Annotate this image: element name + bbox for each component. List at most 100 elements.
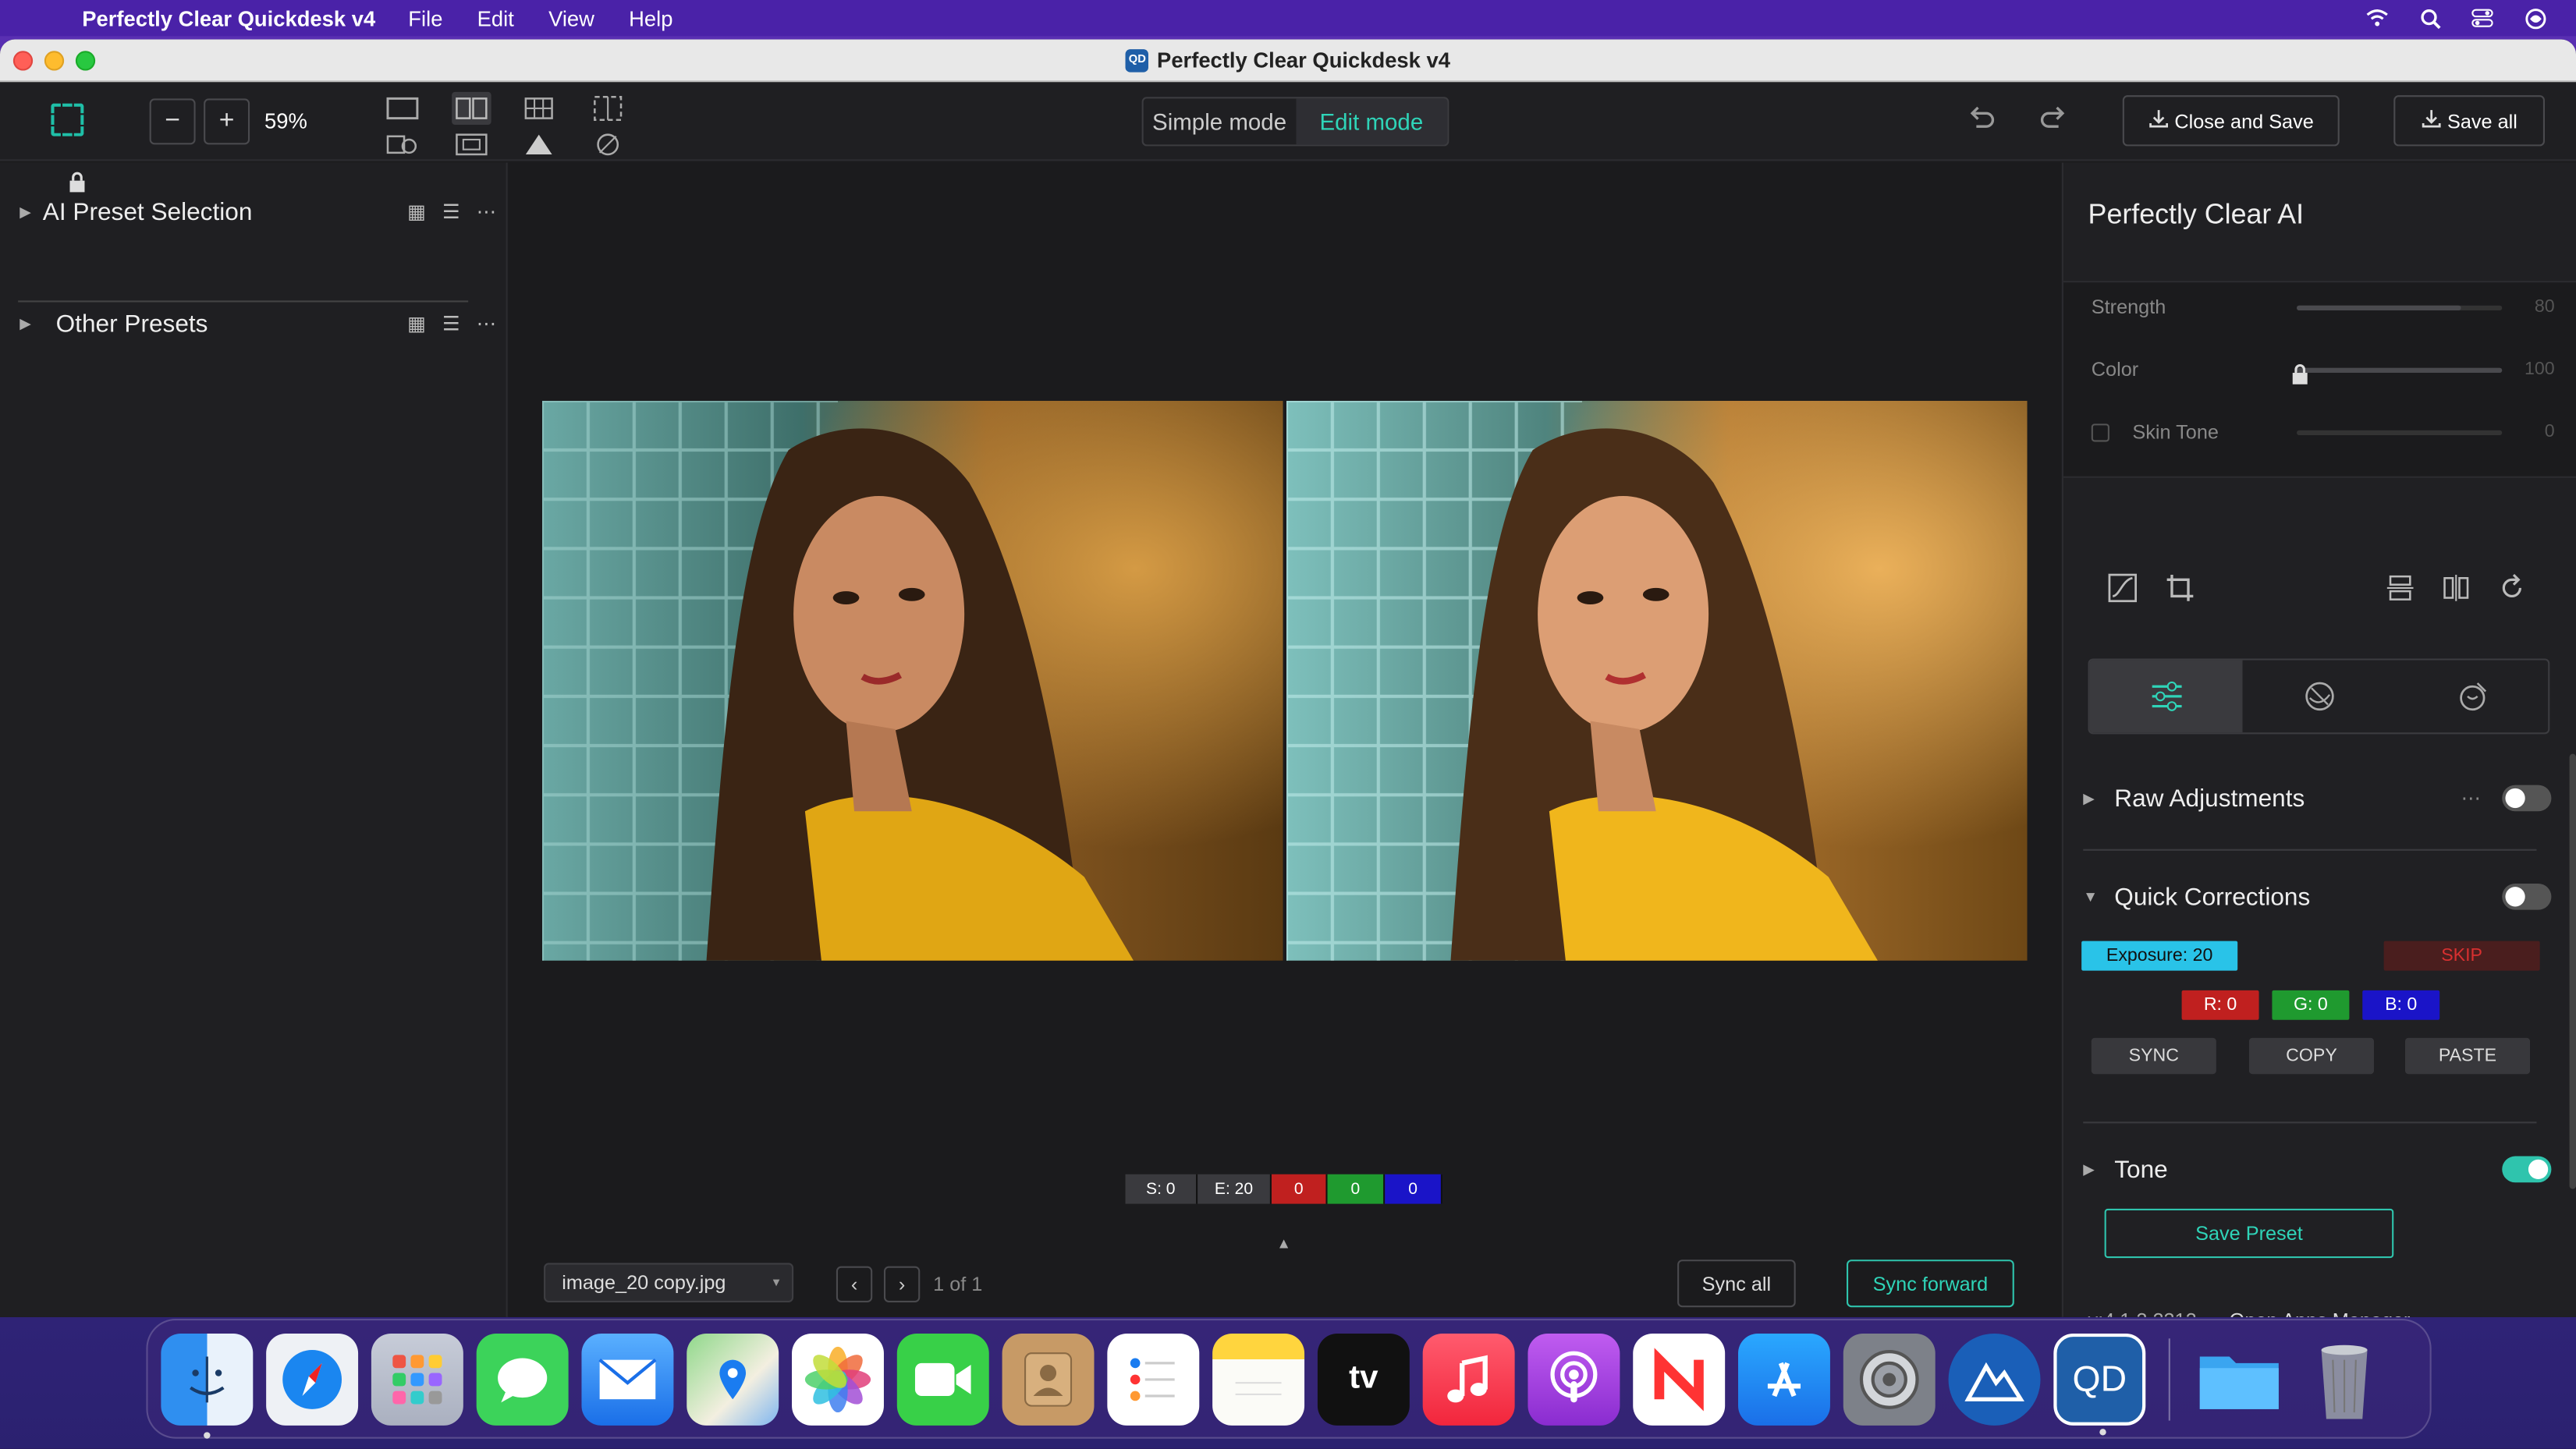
lock-icon[interactable]: [2290, 363, 2310, 391]
blue-chip[interactable]: B: 0: [2362, 990, 2440, 1020]
folder-icon[interactable]: [2193, 1333, 2285, 1425]
file-select[interactable]: image_20 copy.jpg ▼: [544, 1263, 794, 1302]
curves-icon[interactable]: [2108, 573, 2138, 611]
skip-chip[interactable]: SKIP: [2383, 941, 2540, 971]
sync-forward-button[interactable]: Sync forward: [1846, 1259, 2014, 1308]
expand-arrow-icon[interactable]: ▶: [20, 314, 42, 332]
notes-icon[interactable]: [1212, 1332, 1305, 1425]
more-options-icon[interactable]: ⋯: [477, 200, 496, 223]
skin-tone-slider[interactable]: Skin Tone 0: [2091, 416, 2555, 448]
crop-frame-icon[interactable]: [588, 92, 628, 125]
raw-adjustments-section[interactable]: ▶ Raw Adjustments ⋯: [2083, 780, 2560, 816]
reminders-icon[interactable]: [1107, 1332, 1200, 1425]
histogram-triangle-icon[interactable]: [519, 128, 559, 161]
crop-icon[interactable]: [2166, 573, 2195, 611]
collapse-arrow-icon[interactable]: ▼: [2083, 888, 2114, 905]
paste-button[interactable]: PASTE: [2404, 1037, 2531, 1075]
tone-toggle[interactable]: [2502, 1156, 2552, 1183]
slider-track[interactable]: [2297, 367, 2503, 372]
trash-icon[interactable]: [2298, 1333, 2390, 1425]
face-beautify-tab[interactable]: [2243, 661, 2396, 733]
exposure-chip[interactable]: Exposure: 20: [2081, 941, 2238, 971]
system-preferences-icon[interactable]: [1843, 1332, 1936, 1425]
raw-adjustments-toggle[interactable]: [2502, 785, 2552, 812]
original-image[interactable]: [541, 400, 1283, 961]
strength-slider[interactable]: Strength 80: [2092, 291, 2555, 324]
more-options-icon[interactable]: ⋯: [2461, 787, 2481, 810]
slider-track[interactable]: [2297, 304, 2503, 310]
save-all-button[interactable]: Save all: [2393, 95, 2545, 147]
more-options-icon[interactable]: ⋯: [477, 312, 496, 335]
zoom-out-button[interactable]: −: [149, 98, 196, 145]
quick-corrections-section[interactable]: ▼ Quick Corrections: [2083, 879, 2560, 915]
messages-icon[interactable]: [476, 1332, 569, 1425]
corrected-image[interactable]: [1286, 400, 2028, 961]
open-apps-manager-link[interactable]: Open Apps Manager: [2230, 1309, 2411, 1317]
sync-all-button[interactable]: Sync all: [1677, 1259, 1796, 1308]
safari-icon[interactable]: [266, 1332, 359, 1425]
perfectly-clear-icon[interactable]: [1948, 1332, 2041, 1425]
maps-icon[interactable]: [687, 1332, 779, 1425]
simple-mode-tab[interactable]: Simple mode: [1144, 98, 1296, 144]
color-slider[interactable]: Color 100: [2092, 353, 2555, 386]
close-window-button[interactable]: [12, 51, 34, 71]
panel-scrollbar[interactable]: [2569, 753, 2576, 1189]
adjustments-tab[interactable]: [2089, 660, 2243, 733]
launchpad-icon[interactable]: [371, 1332, 463, 1425]
tone-section[interactable]: ▶ Tone: [2083, 1151, 2560, 1187]
quickdesk-icon[interactable]: QD: [2053, 1332, 2146, 1435]
rotate-icon[interactable]: [2497, 573, 2527, 611]
menu-help[interactable]: Help: [629, 5, 672, 30]
maximize-window-button[interactable]: [75, 51, 96, 71]
list-layout-icon[interactable]: ☰: [442, 200, 460, 223]
sync-button[interactable]: SYNC: [2091, 1037, 2216, 1075]
siri-icon[interactable]: [2520, 6, 2549, 29]
red-chip[interactable]: R: 0: [2181, 990, 2259, 1020]
slider-track[interactable]: [2297, 429, 2503, 435]
filmstrip-toggle-icon[interactable]: ▲: [1276, 1235, 1291, 1252]
edit-mode-tab[interactable]: Edit mode: [1295, 98, 1448, 145]
control-center-icon[interactable]: [2468, 6, 2497, 29]
menu-file[interactable]: File: [408, 5, 442, 30]
wifi-icon[interactable]: [2362, 6, 2392, 29]
tv-icon[interactable]: tv: [1317, 1332, 1410, 1425]
photos-icon[interactable]: [792, 1332, 884, 1425]
flip-vertical-icon[interactable]: [2386, 573, 2415, 611]
music-icon[interactable]: [1422, 1332, 1515, 1425]
menu-edit[interactable]: Edit: [477, 5, 514, 30]
eye-retouch-tab[interactable]: [2395, 661, 2548, 733]
previous-image-button[interactable]: ‹: [836, 1266, 873, 1302]
search-icon[interactable]: [2415, 6, 2445, 29]
undo-icon[interactable]: [1967, 105, 1996, 140]
green-chip[interactable]: G: 0: [2272, 990, 2350, 1020]
quick-corrections-toggle[interactable]: [2502, 883, 2552, 910]
face-detect-icon[interactable]: [588, 128, 628, 161]
menu-view[interactable]: View: [548, 5, 594, 30]
expand-arrow-icon[interactable]: ▶: [20, 203, 42, 221]
close-and-save-button[interactable]: Close and Save: [2122, 95, 2340, 147]
ai-preset-selection-section[interactable]: ▶ AI Preset Selection ▦ ☰ ⋯: [20, 193, 496, 229]
minimize-window-button[interactable]: [44, 51, 65, 71]
list-layout-icon[interactable]: ☰: [442, 312, 460, 335]
copy-button[interactable]: COPY: [2248, 1037, 2374, 1075]
expand-arrow-icon[interactable]: ▶: [2083, 789, 2114, 807]
grid-layout-icon[interactable]: ▦: [407, 200, 426, 223]
flip-horizontal-icon[interactable]: [2441, 573, 2471, 611]
finder-icon[interactable]: [161, 1332, 254, 1438]
compare-loupe-icon[interactable]: [383, 128, 423, 161]
fullscreen-view-icon[interactable]: [452, 128, 491, 161]
single-view-icon[interactable]: [383, 92, 423, 125]
side-by-side-view-icon[interactable]: [452, 91, 491, 126]
other-presets-section[interactable]: ▶ Other Presets ▦ ☰ ⋯: [20, 306, 496, 342]
grid-layout-icon[interactable]: ▦: [407, 312, 426, 335]
grid-view-icon[interactable]: [519, 92, 559, 125]
redo-icon[interactable]: [2038, 105, 2068, 140]
podcasts-icon[interactable]: [1528, 1332, 1620, 1425]
skin-tone-checkbox[interactable]: [2091, 423, 2109, 441]
news-icon[interactable]: [1633, 1332, 1726, 1425]
facetime-icon[interactable]: [896, 1332, 989, 1425]
mail-icon[interactable]: [581, 1332, 674, 1425]
app-store-icon[interactable]: [1738, 1332, 1830, 1425]
save-preset-button[interactable]: Save Preset: [2104, 1208, 2394, 1259]
contacts-icon[interactable]: [1002, 1332, 1095, 1425]
